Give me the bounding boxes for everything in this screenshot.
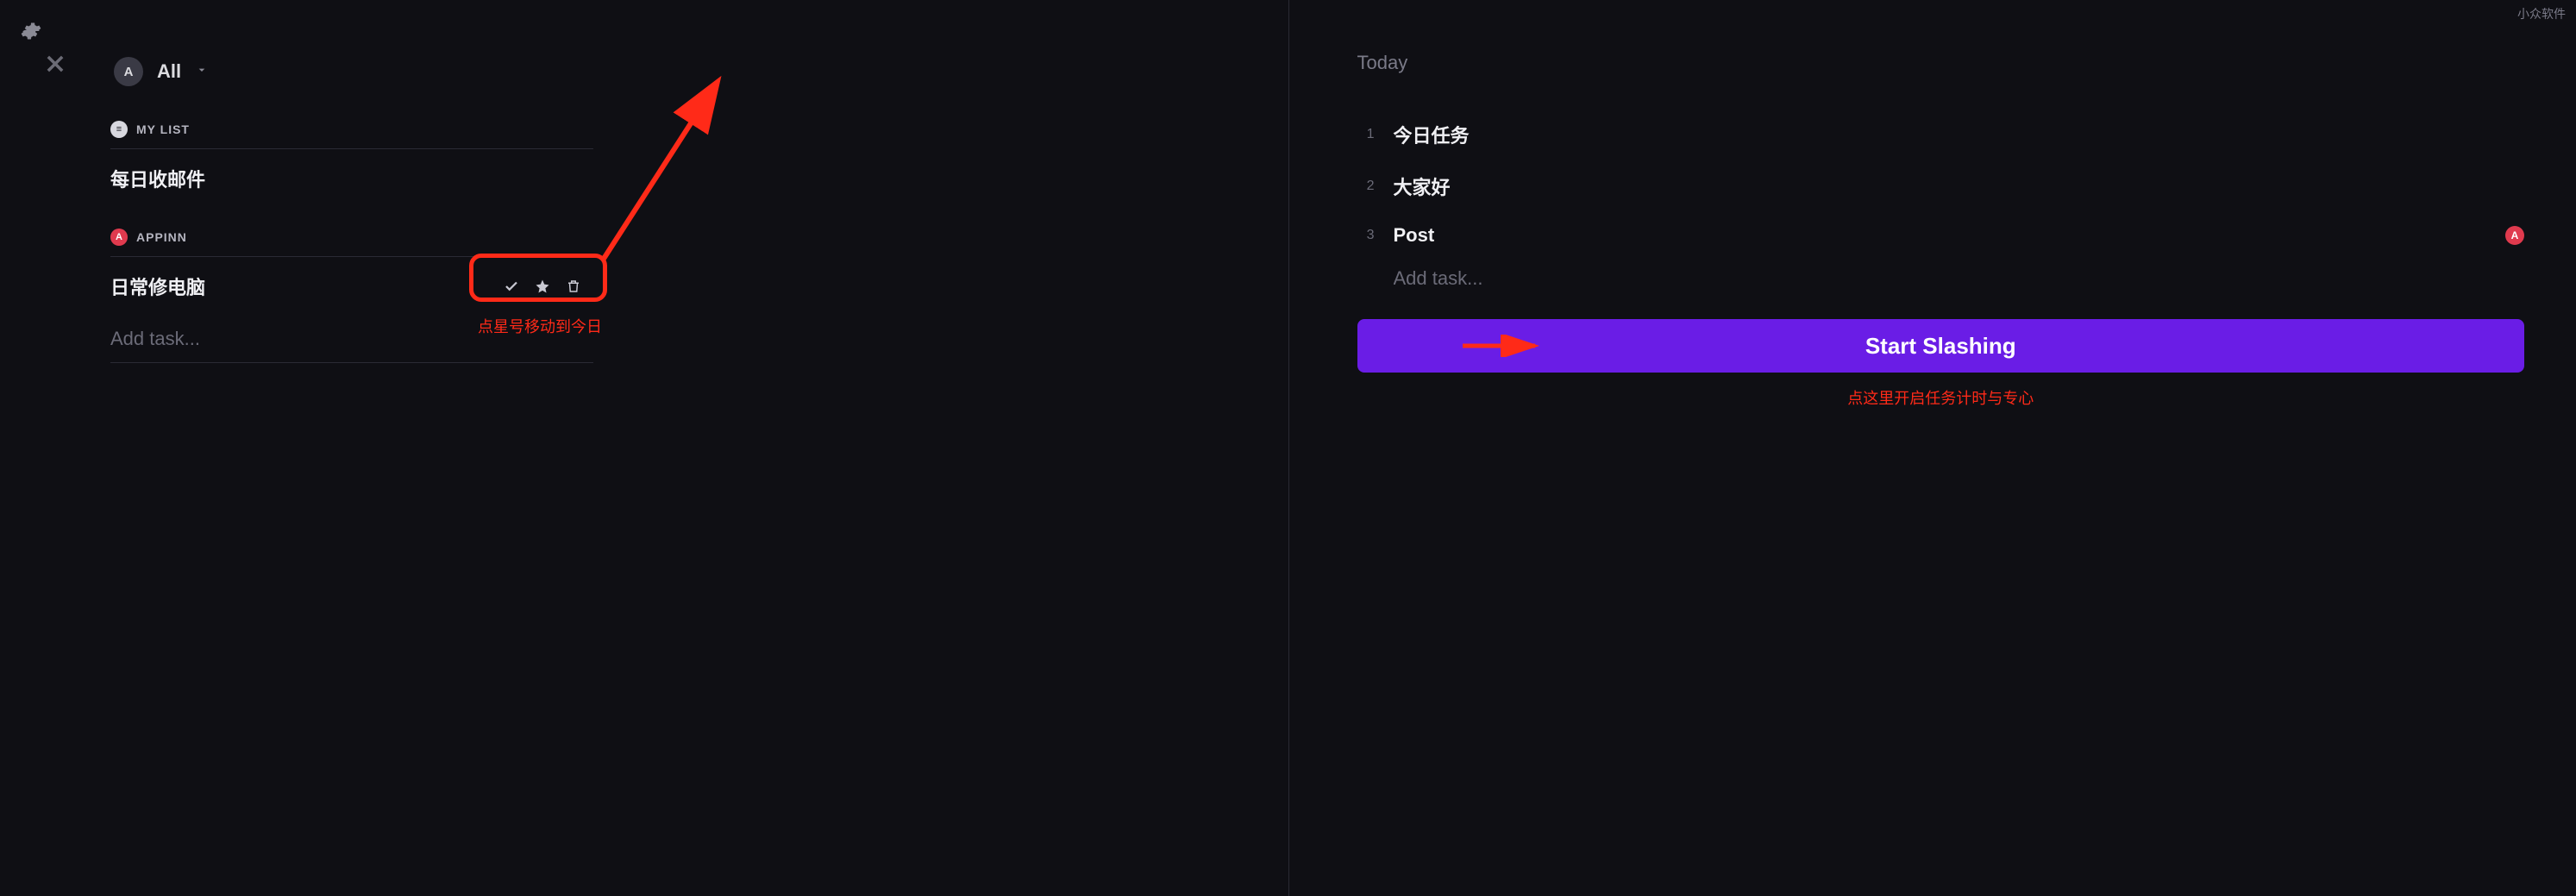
filter-avatar: A	[114, 57, 143, 86]
filter-bar[interactable]: A All	[114, 57, 1288, 86]
list-icon: ≡	[110, 121, 128, 138]
item-number: 1	[1357, 127, 1375, 142]
chevron-down-icon	[195, 63, 209, 81]
trash-icon[interactable]	[566, 279, 581, 294]
item-number: 3	[1357, 228, 1375, 243]
filter-label: All	[157, 60, 181, 83]
task-row[interactable]: 日常修电脑	[110, 257, 593, 316]
start-button-label: Start Slashing	[1865, 333, 2016, 360]
today-heading: Today	[1357, 52, 2525, 74]
right-panel: Today 1 今日任务 2 大家好 3 Post A Start Slashi…	[1288, 0, 2576, 896]
annotation-text: 点星号移动到今日	[478, 315, 602, 337]
start-slashing-button[interactable]: Start Slashing	[1357, 319, 2525, 373]
check-icon[interactable]	[504, 279, 519, 294]
add-task-input[interactable]	[1394, 267, 2525, 290]
close-icon[interactable]	[43, 52, 69, 78]
section-header[interactable]: A APPINN	[110, 223, 593, 257]
list-section: ≡ MY LIST 每日收邮件	[110, 116, 593, 208]
gear-icon[interactable]	[21, 21, 41, 41]
list-section: A APPINN 日常修电脑	[110, 223, 593, 363]
section-header[interactable]: ≡ MY LIST	[110, 116, 593, 149]
section-title: APPINN	[136, 230, 187, 244]
task-title: 每日收邮件	[110, 165, 205, 192]
watermark: 小众软件	[2517, 5, 2566, 22]
item-badge: A	[2505, 226, 2524, 245]
annotation-arrow-icon	[1461, 335, 1542, 357]
today-list: 1 今日任务 2 大家好 3 Post A	[1357, 109, 2525, 259]
left-panel: A All ≡ MY LIST 每日收邮件 A APPINN 日常修电脑	[0, 0, 1288, 896]
task-row[interactable]: 每日收邮件	[110, 149, 593, 208]
item-title: 今日任务	[1394, 121, 2525, 148]
item-number: 2	[1357, 179, 1375, 194]
today-item[interactable]: 2 大家好	[1357, 160, 2525, 212]
star-icon[interactable]	[535, 279, 550, 294]
section-title: MY LIST	[136, 122, 190, 136]
list-icon: A	[110, 229, 128, 246]
item-title: Post	[1394, 224, 2487, 247]
annotation-text: 点这里开启任务计时与专心	[1357, 386, 2525, 409]
add-task-row[interactable]	[1357, 267, 2525, 290]
today-item[interactable]: 3 Post A	[1357, 212, 2525, 259]
today-item[interactable]: 1 今日任务	[1357, 109, 2525, 160]
item-title: 大家好	[1394, 172, 2525, 200]
task-title: 日常修电脑	[110, 273, 205, 300]
task-actions	[492, 273, 593, 299]
